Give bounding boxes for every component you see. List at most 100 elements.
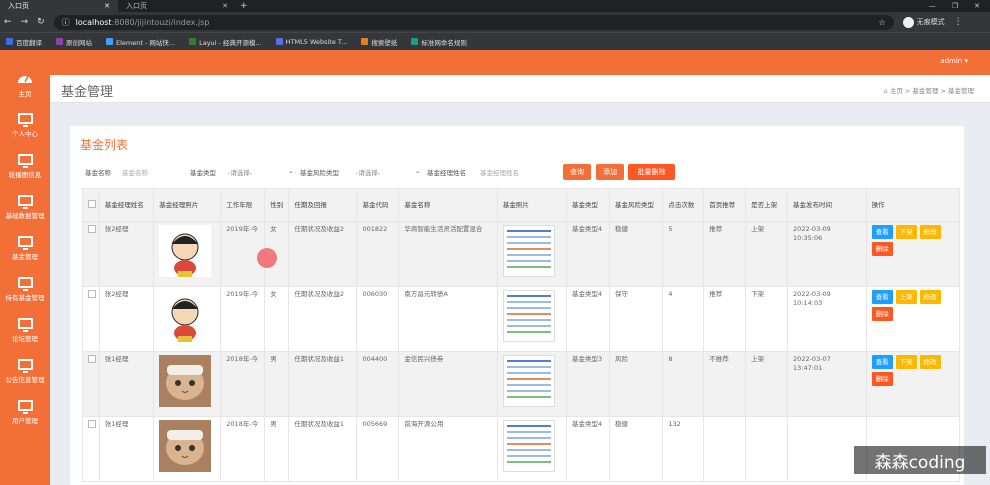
sidebar-item-forum[interactable]: 论坛管理 xyxy=(0,310,50,351)
row-checkbox[interactable] xyxy=(88,420,96,428)
url-host: localhost xyxy=(75,17,112,27)
manager-photo-cat xyxy=(159,355,212,407)
row-checkbox[interactable] xyxy=(88,290,96,298)
bookmark-6[interactable]: 搜索壁纸 xyxy=(361,37,397,47)
tab-title: 入口页 xyxy=(126,2,147,10)
bookmark-1[interactable]: 百度翻译 xyxy=(6,37,42,47)
column-header: 任期及回报 xyxy=(288,188,358,222)
bookmark-2[interactable]: 原创网站 xyxy=(56,37,92,47)
fund-type-cell: 基金类型4 xyxy=(566,221,610,287)
browser-tab-1[interactable]: 入口页 ✕ xyxy=(0,0,118,12)
select-all-checkbox[interactable] xyxy=(88,199,96,208)
sidebar-item-label: 主页 xyxy=(18,90,32,98)
close-window-icon[interactable]: ✕ xyxy=(974,2,980,10)
monitor-icon xyxy=(17,154,33,168)
back-icon[interactable]: ← xyxy=(4,17,12,27)
breadcrumb-item[interactable]: 基金管理 xyxy=(912,87,938,95)
column-header: 基金代码 xyxy=(356,188,400,222)
mouse-cursor-highlight xyxy=(257,248,277,268)
bookmark-4[interactable]: Layui - 经典开源模... xyxy=(189,37,262,47)
browser-tab-2[interactable]: 入口页 ✕ xyxy=(118,0,236,12)
manager-name-input[interactable]: 基金经理姓名 xyxy=(480,167,519,177)
column-header: 基金经理姓名 xyxy=(98,188,155,222)
tenure-cell: 任期状况及收益2 xyxy=(288,221,358,287)
new-tab-icon[interactable]: + xyxy=(236,1,248,11)
menu-icon[interactable]: ⋮ xyxy=(954,17,963,27)
publish-time-cell: 2022-03-07 13:47:01 xyxy=(787,351,867,417)
sidebar-item-funds[interactable]: 基金管理 xyxy=(0,228,50,269)
home-icon: ⌂ xyxy=(883,87,888,95)
search-button[interactable]: 查询 xyxy=(563,164,591,180)
close-tab-icon[interactable]: ✕ xyxy=(222,2,228,10)
breadcrumb: ⌂ 主页 > 基金管理 > 基金管理 xyxy=(883,87,974,95)
monitor-icon xyxy=(17,359,33,373)
column-header: 基金发布时间 xyxy=(787,188,867,222)
manager-name-label: 基金经理姓名 xyxy=(427,169,466,177)
monitor-icon xyxy=(17,113,33,127)
clicks-cell: 132 xyxy=(662,416,705,482)
toggle-listing-button[interactable]: 下架 xyxy=(895,355,917,369)
chevron-down-icon: ▾ xyxy=(964,57,968,65)
sidebar-item-label: 公告信息管理 xyxy=(5,376,45,384)
close-tab-icon[interactable]: ✕ xyxy=(104,2,110,10)
bookmark-3[interactable]: Element - 网站快... xyxy=(106,37,175,47)
table-row: 张1经理 2018年-今 男 任期状况及收益1 005669 前海开源公用 基金… xyxy=(82,416,961,482)
info-icon[interactable]: ⓘ xyxy=(62,17,70,28)
tenure-cell: 任期状况及收益1 xyxy=(288,416,358,482)
bookmark-favicon-icon xyxy=(361,38,369,45)
table-row: 张1经理 2018年-今 男 任期状况及收益1 004400 金信民兴债券 基金… xyxy=(82,351,961,417)
delete-button[interactable]: 删除 xyxy=(871,372,893,386)
gender-cell: 男 xyxy=(264,416,290,482)
sidebar-item-holdings[interactable]: 持有基金管理 xyxy=(0,269,50,310)
toggle-listing-button[interactable]: 上架 xyxy=(895,290,917,304)
chevron-down-icon: ⌄ xyxy=(415,167,421,175)
column-header: 基金名称 xyxy=(398,188,498,222)
toggle-listing-button[interactable]: 下架 xyxy=(895,225,917,239)
sidebar-item-home[interactable]: 主页 xyxy=(0,64,50,105)
view-button[interactable]: 查看 xyxy=(871,225,893,239)
edit-button[interactable]: 修改 xyxy=(919,290,941,304)
reload-icon[interactable]: ↻ xyxy=(37,17,45,27)
row-checkbox[interactable] xyxy=(88,355,96,363)
user-menu[interactable]: admin ▾ xyxy=(940,57,968,65)
minimize-icon[interactable]: — xyxy=(929,2,936,10)
address-bar-row: ← → ↻ ⓘ localhost:8080/jijintouzi/index.… xyxy=(0,12,990,32)
sidebar-item-label: 基金管理 xyxy=(12,253,38,261)
breadcrumb-item[interactable]: 主页 xyxy=(890,87,903,95)
column-header: 性别 xyxy=(264,188,290,222)
delete-button[interactable]: 删除 xyxy=(871,242,893,256)
bookmark-5[interactable]: HTML5 Website T... xyxy=(275,38,347,46)
monitor-icon xyxy=(17,277,33,291)
sidebar-item-label: 基础数据管理 xyxy=(5,212,45,220)
sidebar-item-profile[interactable]: 个人中心 xyxy=(0,105,50,146)
view-button[interactable]: 查看 xyxy=(871,290,893,304)
risk-type-select[interactable]: -请选择- xyxy=(356,167,380,177)
batch-delete-button[interactable]: 批量删除 xyxy=(628,164,675,180)
bookmark-star-icon[interactable]: ☆ xyxy=(878,18,885,27)
sidebar-item-users[interactable]: 用户管理 xyxy=(0,392,50,433)
maximize-icon[interactable]: ❐ xyxy=(952,2,958,10)
row-checkbox[interactable] xyxy=(88,225,96,233)
sidebar-item-label: 持有基金管理 xyxy=(5,294,45,302)
view-button[interactable]: 查看 xyxy=(871,355,893,369)
publish-time-cell: 2022-03-09 10:35:06 xyxy=(787,221,867,287)
sidebar-item-notices[interactable]: 公告信息管理 xyxy=(0,351,50,392)
incognito-profile[interactable]: 无痕模式 xyxy=(902,16,945,28)
fund-name-input[interactable]: 基金名称 xyxy=(122,167,148,177)
edit-button[interactable]: 修改 xyxy=(919,225,941,239)
add-button[interactable]: 添加 xyxy=(596,164,624,180)
fund-type-select[interactable]: -请选择- xyxy=(228,167,252,177)
work-years-cell: 2019年-今 xyxy=(220,286,266,352)
edit-button[interactable]: 修改 xyxy=(919,355,941,369)
fund-type-cell: 基金类型4 xyxy=(566,286,610,352)
bookmark-7[interactable]: 标准网命名规则 xyxy=(411,37,467,47)
sidebar-item-basic-data[interactable]: 基础数据管理 xyxy=(0,187,50,228)
url-field[interactable]: ⓘ localhost:8080/jijintouzi/index.jsp ☆ xyxy=(53,14,894,30)
delete-button[interactable]: 删除 xyxy=(871,307,893,321)
column-header: 基金照片 xyxy=(496,188,568,222)
column-header: 点击次数 xyxy=(662,188,705,222)
sidebar-item-carousel[interactable]: 轮播图信息 xyxy=(0,146,50,187)
forward-icon[interactable]: → xyxy=(21,17,29,27)
fund-photo-thumbnail xyxy=(502,290,555,342)
chevron-down-icon: ⌄ xyxy=(288,167,294,175)
